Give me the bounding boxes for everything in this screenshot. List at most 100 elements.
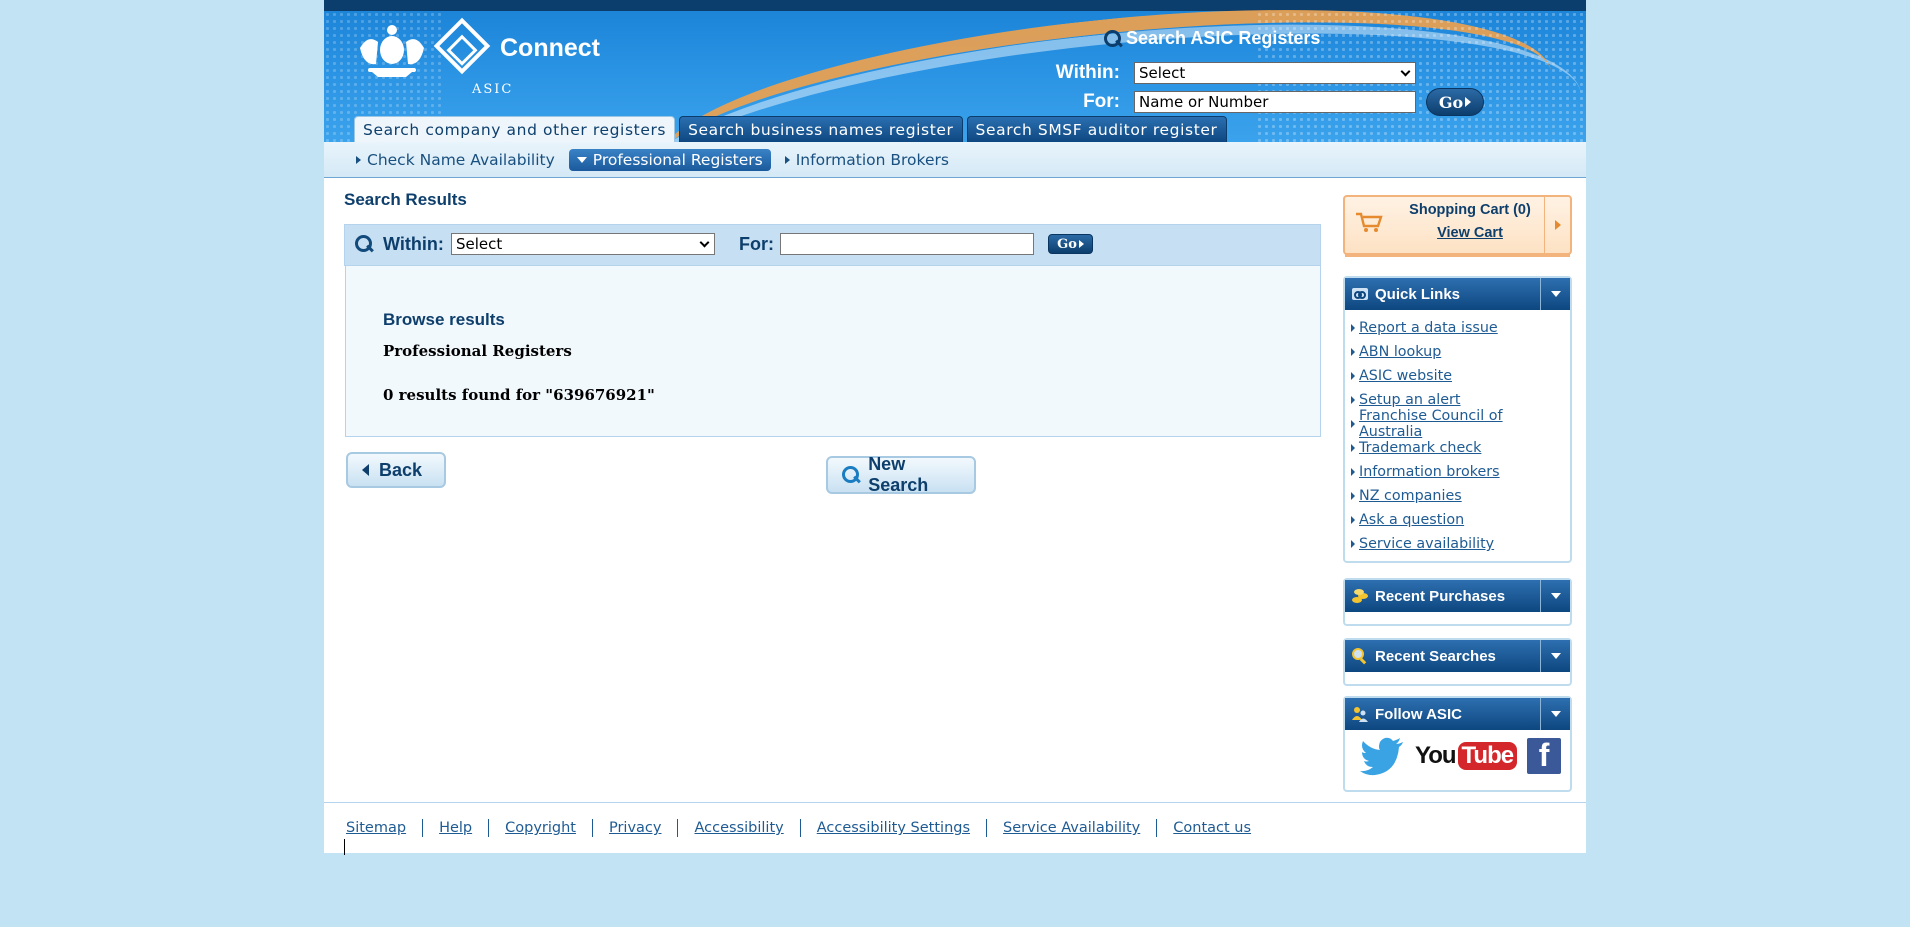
go-label: Go — [1057, 236, 1077, 252]
for-input[interactable] — [780, 233, 1034, 255]
twitter-icon[interactable] — [1359, 736, 1405, 776]
asic-connect-logo[interactable]: Connect ASIC — [354, 17, 604, 100]
recent-purchases-title: Recent Purchases — [1375, 587, 1506, 605]
header-within-select[interactable]: Select — [1134, 62, 1416, 84]
header-go-button[interactable]: Go — [1426, 88, 1484, 116]
chevron-down-icon — [1400, 66, 1411, 76]
magnifier-icon — [1352, 648, 1367, 665]
footer-link[interactable]: Contact us — [1156, 819, 1267, 837]
browse-results-heading: Browse results — [383, 310, 505, 329]
arrow-right-icon — [1351, 372, 1355, 380]
quick-link-item[interactable]: NZ companies — [1351, 484, 1570, 508]
quick-link-label[interactable]: Service availability — [1359, 536, 1494, 552]
quick-link-label[interactable]: Report a data issue — [1359, 320, 1498, 336]
quick-link-label[interactable]: Franchise Council of Australia — [1359, 408, 1570, 440]
sub-navigation: Check Name Availability Professional Reg… — [324, 142, 1586, 178]
shopping-cart: Shopping Cart (0) View Cart — [1343, 195, 1572, 257]
results-search-bar: Within: Select For: Go — [344, 224, 1321, 266]
quick-link-item[interactable]: Franchise Council of Australia — [1351, 408, 1570, 440]
new-search-button[interactable]: New Search — [826, 454, 976, 495]
subnav-information-brokers[interactable]: Information Brokers — [784, 151, 949, 169]
header-for-input[interactable]: Name or Number — [1134, 91, 1416, 113]
header-within-label: Within: — [1055, 62, 1120, 83]
results-panel: Browse results Professional Registers 0 … — [345, 266, 1321, 437]
arrow-right-icon — [1351, 420, 1355, 428]
footer-link[interactable]: Help — [422, 819, 488, 837]
tab-smsf-auditor[interactable]: Search SMSF auditor register — [966, 116, 1227, 142]
arrow-right-icon — [1351, 396, 1355, 404]
quick-links-panel: Quick Links Report a data issue ABN looku… — [1343, 276, 1572, 563]
subnav-check-name-availability[interactable]: Check Name Availability — [356, 151, 555, 169]
quick-link-item[interactable]: Information brokers — [1351, 460, 1570, 484]
quick-link-item[interactable]: ABN lookup — [1351, 340, 1570, 364]
recent-searches-panel: Recent Searches — [1343, 638, 1572, 686]
quick-links-toggle[interactable] — [1540, 278, 1570, 310]
arrow-right-icon — [1465, 97, 1472, 107]
footer-links: Sitemap Help Copyright Privacy Accessibility… — [346, 819, 1267, 837]
tab-business-names[interactable]: Search business names register — [679, 116, 963, 142]
arrow-down-icon — [1550, 711, 1561, 717]
arrow-down-icon — [576, 156, 587, 163]
quick-link-label[interactable]: NZ companies — [1359, 488, 1462, 504]
recent-searches-toggle[interactable] — [1540, 640, 1570, 672]
links-icon — [1352, 288, 1368, 300]
back-button[interactable]: Back — [346, 452, 446, 488]
recent-purchases-toggle[interactable] — [1540, 580, 1570, 612]
go-button[interactable]: Go — [1048, 234, 1093, 254]
recent-purchases-panel: Recent Purchases — [1343, 578, 1572, 626]
quick-link-item[interactable]: ASIC website — [1351, 364, 1570, 388]
arrow-right-icon — [356, 155, 361, 164]
within-label: Within: — [383, 234, 444, 254]
header-search-title: Search ASIC Registers — [1104, 28, 1320, 49]
header-for-label: For: — [1083, 91, 1120, 112]
quick-link-item[interactable]: Service availability — [1351, 532, 1570, 556]
within-select[interactable]: Select — [451, 233, 715, 255]
quick-link-label[interactable]: Trademark check — [1359, 440, 1481, 456]
social-links: You Tube f — [1345, 730, 1570, 776]
arrow-down-icon — [1550, 291, 1561, 297]
people-icon — [1352, 707, 1368, 722]
quick-link-label[interactable]: Information brokers — [1359, 464, 1500, 480]
follow-asic-header: Follow ASIC — [1345, 698, 1570, 730]
search-icon — [355, 235, 373, 253]
recent-searches-title: Recent Searches — [1375, 647, 1496, 665]
search-icon — [842, 466, 860, 484]
coat-of-arms-icon — [360, 25, 424, 77]
footer-link[interactable]: Privacy — [591, 819, 678, 837]
youtube-you-text: You — [1415, 742, 1457, 769]
footer: Sitemap Help Copyright Privacy Accessibility… — [324, 802, 1586, 855]
footer-link[interactable]: Service Availability — [986, 819, 1156, 837]
footer-link[interactable]: Copyright — [488, 819, 592, 837]
footer-link[interactable]: Accessibility Settings — [799, 819, 986, 837]
recent-searches-header: Recent Searches — [1345, 640, 1570, 672]
arrow-right-icon — [1351, 540, 1355, 548]
arrow-right-icon — [1351, 468, 1355, 476]
quick-link-label[interactable]: ASIC website — [1359, 368, 1452, 384]
facebook-icon[interactable]: f — [1527, 737, 1562, 774]
cart-expand-button[interactable] — [1544, 197, 1570, 253]
header: Connect ASIC Search ASIC Registers Withi… — [324, 0, 1586, 142]
follow-asic-panel: Follow ASIC You Tube f — [1343, 696, 1572, 792]
footer-link[interactable]: Sitemap — [346, 819, 422, 837]
quick-link-item[interactable]: Report a data issue — [1351, 316, 1570, 340]
quick-link-label[interactable]: Ask a question — [1359, 512, 1464, 528]
quick-links-list: Report a data issue ABN lookup ASIC websit… — [1345, 310, 1570, 556]
arrow-down-icon — [1550, 653, 1561, 659]
quick-link-label[interactable]: Setup an alert — [1359, 392, 1461, 408]
quick-link-label[interactable]: ABN lookup — [1359, 344, 1441, 360]
arrow-right-icon — [1351, 324, 1355, 332]
tab-company-registers[interactable]: Search company and other registers — [354, 116, 676, 142]
youtube-icon[interactable]: You Tube — [1415, 742, 1518, 770]
results-count: 0 results found for "639676921" — [383, 386, 655, 404]
follow-asic-toggle[interactable] — [1540, 698, 1570, 730]
subnav-professional-registers[interactable]: Professional Registers — [568, 148, 771, 171]
youtube-tube-text: Tube — [1457, 742, 1518, 770]
header-search-title-text: Search ASIC Registers — [1126, 28, 1321, 48]
quick-link-item[interactable]: Ask a question — [1351, 508, 1570, 532]
register-name: Professional Registers — [383, 342, 572, 360]
footer-link[interactable]: Accessibility — [677, 819, 799, 837]
text-caret — [344, 839, 345, 855]
view-cart-link[interactable]: View Cart — [1395, 225, 1545, 241]
cart-title: Shopping Cart (0) — [1409, 202, 1531, 218]
arrow-left-icon — [362, 464, 369, 476]
